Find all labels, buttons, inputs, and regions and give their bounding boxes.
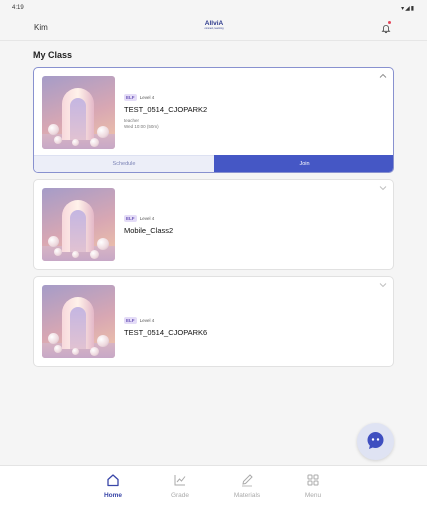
nav-item-materials[interactable]: Materials (227, 473, 267, 499)
class-info: ELF Level 4 Mobile_Class2 (124, 215, 384, 235)
grid-icon (307, 474, 319, 486)
elf-badge: ELF (124, 215, 137, 222)
home-icon (107, 474, 119, 487)
chat-bubble-icon (367, 432, 384, 449)
logo-tagline: connect, learning (204, 27, 224, 30)
class-card[interactable]: ELF Level 4 TEST_0514_CJOPARK2 teacher W… (33, 67, 394, 173)
chevron-down-icon[interactable] (379, 282, 387, 288)
elf-badge: ELF (124, 94, 137, 101)
join-button[interactable]: Join (214, 155, 393, 172)
chart-icon (174, 475, 186, 486)
nav-item-home[interactable]: Home (93, 473, 133, 499)
status-time: 4:19 (12, 5, 24, 11)
bottom-navigation: Home Grade Materials Menu (0, 465, 427, 512)
user-name: Kim (34, 23, 48, 32)
nav-label: Home (103, 492, 123, 499)
level-label: Level 4 (139, 216, 155, 221)
nav-label: Grade (170, 492, 190, 499)
app-header: Kim AllviA connect, learning (0, 16, 427, 41)
nav-item-grade[interactable]: Grade (160, 473, 200, 499)
schedule-button[interactable]: Schedule (34, 155, 214, 172)
class-name: Mobile_Class2 (124, 226, 174, 235)
class-schedule-time: Wed 10:00 (50m) (124, 124, 159, 129)
section-title: My Class (33, 50, 73, 60)
logo-text: AllviA (204, 20, 224, 27)
class-card[interactable]: ELF Level 4 TEST_0514_CJOPARK6 (33, 276, 394, 367)
app-logo: AllviA connect, learning (200, 20, 228, 30)
chevron-up-icon[interactable] (379, 73, 387, 79)
class-info: ELF Level 4 TEST_0514_CJOPARK6 (124, 317, 384, 337)
level-label: Level 4 (139, 318, 155, 323)
class-thumbnail (42, 188, 115, 261)
chatbot-button[interactable] (357, 423, 394, 460)
nav-label: Materials (233, 492, 261, 499)
notification-bell-icon[interactable] (381, 21, 391, 34)
card-actions: Schedule Join (34, 155, 393, 172)
class-info: ELF Level 4 TEST_0514_CJOPARK2 teacher W… (124, 94, 384, 130)
elf-badge: ELF (124, 317, 137, 324)
class-thumbnail (42, 285, 115, 358)
chevron-down-icon[interactable] (379, 185, 387, 191)
class-name: TEST_0514_CJOPARK6 (124, 328, 208, 337)
pencil-icon (242, 474, 253, 487)
level-label: Level 4 (139, 95, 155, 100)
status-icons: ▾◢▮ (401, 6, 415, 12)
notification-dot (388, 21, 391, 24)
class-card[interactable]: ELF Level 4 Mobile_Class2 (33, 179, 394, 270)
status-bar: 4:19 ▾◢▮ (0, 0, 427, 16)
nav-label: Menu (304, 492, 322, 499)
class-thumbnail (42, 76, 115, 149)
nav-item-menu[interactable]: Menu (293, 473, 333, 499)
class-name: TEST_0514_CJOPARK2 (124, 105, 208, 114)
